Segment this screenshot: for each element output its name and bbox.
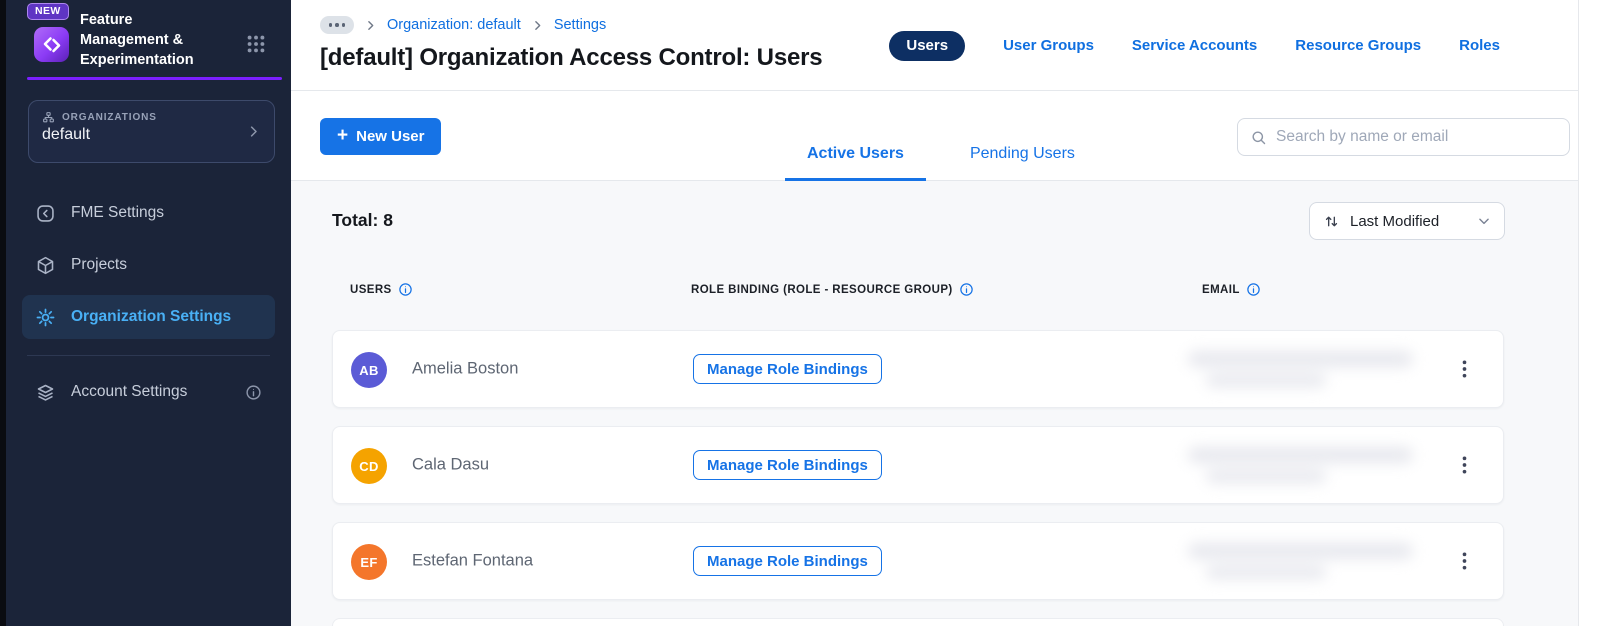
table-row: EF Estefan Fontana Manage Role Bindings — [332, 522, 1504, 600]
chevron-right-icon — [534, 20, 541, 30]
page-title: [default] Organization Access Control: U… — [320, 44, 823, 71]
new-user-button-label: New User — [356, 128, 425, 145]
breadcrumb-ellipsis-button[interactable] — [320, 16, 354, 34]
tab-pending-users[interactable]: Pending Users — [948, 145, 1097, 181]
breadcrumb-link-settings[interactable]: Settings — [554, 17, 606, 33]
breadcrumb: Organization: default Settings — [320, 16, 606, 34]
sort-selected-value: Last Modified — [1350, 212, 1440, 230]
search-box — [1237, 118, 1570, 156]
sidebar-item-label: Account Settings — [71, 383, 188, 400]
info-icon[interactable] — [398, 282, 413, 297]
sidebar: NEW Feature Management & Experimentation… — [6, 0, 291, 626]
cube-icon — [37, 256, 54, 274]
table-row: CD Cala Dasu Manage Role Bindings — [332, 426, 1504, 504]
hierarchy-icon — [43, 112, 54, 123]
tab-resource-groups[interactable]: Resource Groups — [1295, 31, 1421, 61]
sidebar-item-account-settings[interactable]: Account Settings — [22, 370, 275, 414]
table-row-partial — [332, 618, 1504, 626]
chevron-down-icon — [1479, 218, 1489, 225]
tab-active-users[interactable]: Active Users — [785, 145, 926, 181]
organization-selector[interactable]: ORGANIZATIONS default — [28, 100, 275, 163]
column-header-role-binding: ROLE BINDING (ROLE - RESOURCE GROUP) — [691, 282, 974, 297]
row-menu-kebab-icon[interactable] — [1455, 358, 1473, 380]
tab-service-accounts[interactable]: Service Accounts — [1132, 31, 1257, 61]
layers-icon — [37, 384, 54, 401]
user-name: Amelia Boston — [412, 359, 519, 378]
email-redacted — [1178, 347, 1428, 393]
avatar: CD — [351, 448, 387, 484]
column-header-users: USERS — [350, 282, 413, 297]
search-icon — [1252, 130, 1266, 144]
sidebar-item-label: Projects — [71, 256, 127, 273]
sidebar-item-fme-settings[interactable]: FME Settings — [22, 191, 275, 235]
sidebar-divider — [27, 355, 270, 356]
row-menu-kebab-icon[interactable] — [1455, 454, 1473, 476]
sidebar-item-organization-settings[interactable]: Organization Settings — [22, 295, 275, 339]
app-title: Feature Management & Experimentation — [80, 12, 194, 68]
tab-users[interactable]: Users — [889, 31, 966, 61]
tab-roles[interactable]: Roles — [1459, 31, 1500, 61]
tab-user-groups[interactable]: User Groups — [1003, 31, 1094, 61]
app-window: NEW Feature Management & Experimentation… — [0, 0, 1600, 626]
sort-arrows-icon — [1325, 216, 1338, 226]
fme-settings-icon — [37, 204, 54, 222]
sort-dropdown[interactable]: Last Modified — [1309, 202, 1505, 240]
sidebar-item-label: Organization Settings — [71, 308, 232, 325]
total-count: Total: 8 — [332, 210, 393, 230]
sidebar-menu: FME Settings Projects Organization Setti… — [22, 191, 275, 422]
app-logo — [34, 27, 69, 62]
new-user-button[interactable]: + New User — [320, 118, 442, 155]
info-icon[interactable] — [959, 282, 974, 297]
app-switcher-grid-icon[interactable] — [245, 33, 267, 55]
organization-name: default — [42, 126, 91, 143]
split-logo-icon — [43, 36, 60, 52]
chevron-right-icon — [368, 20, 374, 30]
search-input[interactable] — [1276, 128, 1557, 146]
new-badge: NEW — [27, 3, 69, 20]
toolbar: + New User Active Users Pending Users — [291, 91, 1578, 181]
column-header-email: EMAIL — [1202, 282, 1261, 297]
users-list-section: Total: 8 Last Modified USERS ROLE BINDIN… — [291, 181, 1578, 626]
avatar: EF — [351, 544, 387, 580]
main-panel: Organization: default Settings [default]… — [291, 0, 1578, 626]
user-name: Cala Dasu — [412, 455, 490, 474]
chevron-right-icon — [250, 126, 257, 137]
email-redacted — [1178, 539, 1428, 585]
breadcrumb-link-organization[interactable]: Organization: default — [387, 17, 521, 33]
manage-role-bindings-button[interactable]: Manage Role Bindings — [693, 450, 882, 480]
users-table: AB Amelia Boston Manage Role Bindings CD… — [332, 330, 1504, 618]
window-right-gutter — [1578, 0, 1600, 626]
gear-icon — [36, 308, 55, 326]
info-icon[interactable] — [1246, 282, 1261, 297]
row-menu-kebab-icon[interactable] — [1455, 550, 1473, 572]
access-control-nav: Users User Groups Service Accounts Resou… — [889, 31, 1500, 61]
sidebar-accent-rule — [27, 77, 282, 80]
manage-role-bindings-button[interactable]: Manage Role Bindings — [693, 546, 882, 576]
sidebar-item-label: FME Settings — [71, 204, 165, 221]
table-row: AB Amelia Boston Manage Role Bindings — [332, 330, 1504, 408]
avatar: AB — [351, 352, 387, 388]
email-redacted — [1178, 443, 1428, 489]
sidebar-item-projects[interactable]: Projects — [22, 243, 275, 287]
manage-role-bindings-button[interactable]: Manage Role Bindings — [693, 354, 882, 384]
page-header: Organization: default Settings [default]… — [291, 0, 1578, 91]
user-name: Estefan Fontana — [412, 551, 534, 570]
plus-icon: + — [337, 125, 349, 146]
info-icon[interactable] — [245, 384, 262, 401]
organizations-label: ORGANIZATIONS — [62, 112, 157, 123]
user-state-tabs: Active Users Pending Users — [785, 145, 1097, 181]
